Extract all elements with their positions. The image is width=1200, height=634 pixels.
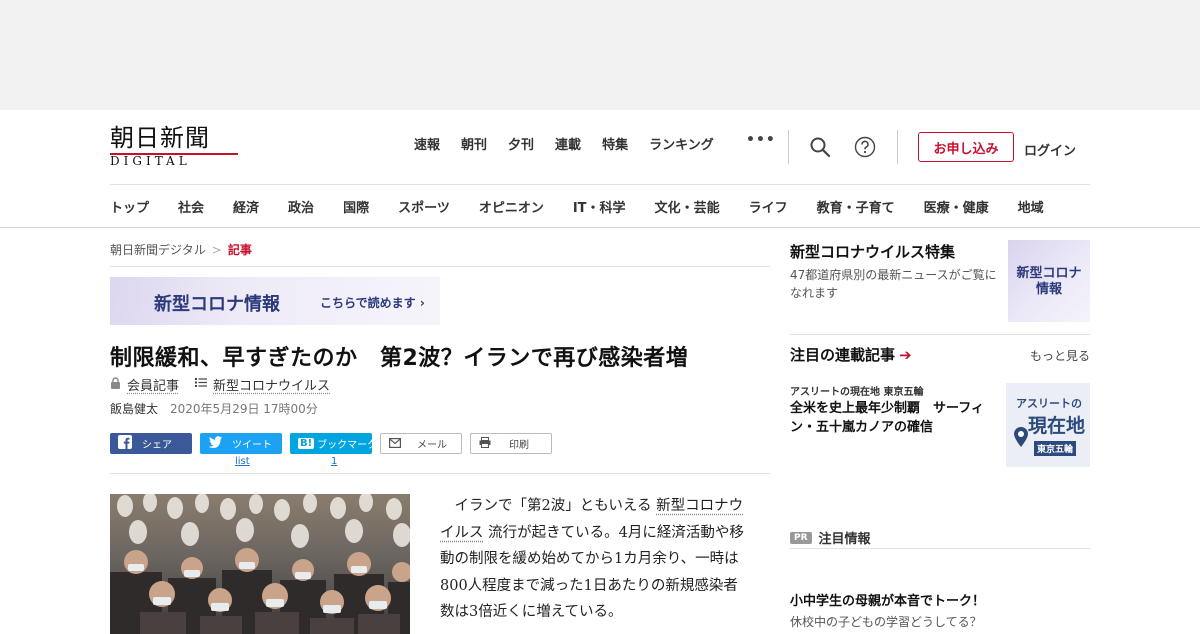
more-menu-icon[interactable]: ••• bbox=[746, 132, 776, 148]
series-thumbnail[interactable]: アスリートの 現在地 東京五輪 bbox=[1006, 383, 1090, 467]
pr-section-title: PR 注目情報 bbox=[790, 528, 871, 547]
body-text-1: イランで「第2波」ともいえる bbox=[454, 498, 652, 514]
breadcrumb-current: 記事 bbox=[227, 243, 252, 257]
covid-feature-title[interactable]: 新型コロナウイルス特集 bbox=[790, 241, 955, 262]
body-text-2: 流行が起きている。4月に経済活動や移動の制限を緩め始めてから1カ月余り、一時は8… bbox=[440, 524, 744, 621]
series-section-title[interactable]: 注目の連載記事 ➔ bbox=[790, 344, 912, 365]
covid-feature-thumbnail[interactable]: 新型コロナ 情報 bbox=[1008, 240, 1090, 322]
cat-item-culture[interactable]: 文化・芸能 bbox=[655, 197, 720, 216]
cat-item-economy[interactable]: 経済 bbox=[233, 197, 259, 216]
twitter-count[interactable]: list bbox=[235, 456, 250, 467]
pr-badge: PR bbox=[790, 531, 812, 544]
topnav-item-ranking[interactable]: ランキング bbox=[649, 134, 714, 153]
pr-title: 注目情報 bbox=[818, 532, 871, 547]
publish-date: 2020年5月29日 17時00分 bbox=[170, 402, 318, 416]
cat-item-top[interactable]: トップ bbox=[110, 197, 149, 216]
cat-item-politics[interactable]: 政治 bbox=[288, 197, 314, 216]
article-photo[interactable] bbox=[110, 494, 410, 634]
sidebar-divider bbox=[790, 334, 1090, 335]
member-article-label[interactable]: 会員記事 bbox=[127, 375, 179, 394]
cat-item-health[interactable]: 医療・健康 bbox=[924, 197, 989, 216]
topnav-item-tokushu[interactable]: 特集 bbox=[602, 134, 628, 153]
covid-thumb-text: 新型コロナ 情報 bbox=[1016, 266, 1082, 297]
map-pin-icon bbox=[1014, 427, 1028, 451]
mail-icon bbox=[389, 437, 402, 451]
hatena-icon: B! bbox=[298, 438, 315, 449]
hatena-share-label: ブックマーク bbox=[317, 440, 378, 451]
logo-main-text: 朝日新聞 bbox=[110, 124, 210, 152]
site-header: 朝日新聞 DIGITAL 速報 朝刊 夕刊 連載 特集 ランキング ••• お申… bbox=[0, 110, 1200, 228]
cat-item-it-science[interactable]: IT・科学 bbox=[573, 197, 626, 216]
topnav-item-yuukan[interactable]: 夕刊 bbox=[508, 134, 534, 153]
cat-item-education[interactable]: 教育・子育て bbox=[817, 197, 895, 216]
chevron-right-icon: › bbox=[419, 296, 425, 310]
lock-icon bbox=[110, 376, 121, 393]
breadcrumb-home[interactable]: 朝日新聞デジタル bbox=[110, 243, 206, 257]
arrow-right-icon: ➔ bbox=[899, 346, 912, 364]
twitter-share-label: ツイート bbox=[232, 440, 272, 451]
cat-item-sports[interactable]: スポーツ bbox=[398, 197, 450, 216]
hatena-bookmark-button[interactable]: B! ブックマーク bbox=[290, 433, 377, 454]
sidebar-divider bbox=[790, 548, 1090, 549]
series-thumb-text-a: アスリートの bbox=[1016, 397, 1082, 410]
cat-item-international[interactable]: 国際 bbox=[343, 197, 369, 216]
breadcrumb-divider bbox=[110, 266, 770, 267]
facebook-share-button[interactable]: シェア bbox=[110, 433, 192, 454]
search-icon[interactable] bbox=[809, 136, 831, 158]
print-label: 印刷 bbox=[509, 440, 529, 451]
twitter-icon bbox=[208, 436, 222, 451]
help-icon[interactable] bbox=[854, 136, 876, 158]
cat-item-society[interactable]: 社会 bbox=[178, 197, 204, 216]
facebook-icon bbox=[118, 435, 132, 452]
twitter-share-button[interactable]: ツイート bbox=[200, 433, 282, 454]
covid-info-banner[interactable]: 新型コロナ情報 こちらで読めます › bbox=[110, 277, 440, 325]
hatena-count[interactable]: 1 bbox=[331, 456, 337, 467]
facebook-share-label: シェア bbox=[142, 440, 172, 451]
header-separator bbox=[897, 130, 898, 164]
series-thumb-text-c: 東京五輪 bbox=[1034, 441, 1077, 456]
series-thumb-text-b: 現在地 bbox=[1028, 415, 1086, 437]
cat-item-region[interactable]: 地域 bbox=[1018, 197, 1044, 216]
series-headline[interactable]: 全米を史上最年少制覇 サーフィン・五十嵐カノアの確信 bbox=[790, 399, 1002, 437]
mail-share-button[interactable]: メール bbox=[380, 433, 462, 454]
cat-item-opinion[interactable]: オピニオン bbox=[479, 197, 544, 216]
topic-link[interactable]: 新型コロナウイルス bbox=[213, 375, 330, 394]
header-divider bbox=[110, 184, 1090, 185]
breadcrumb: 朝日新聞デジタル > 記事 bbox=[110, 241, 252, 258]
share-buttons: シェア ツイート B! ブックマーク メール 印刷 bbox=[110, 433, 560, 454]
topnav-item-sokuho[interactable]: 速報 bbox=[414, 134, 440, 153]
site-logo[interactable]: 朝日新聞 DIGITAL bbox=[110, 124, 240, 172]
topnav-item-choukan[interactable]: 朝刊 bbox=[461, 134, 487, 153]
article-headline: 制限緩和、早すぎたのか 第2波？イランで再び感染者増 bbox=[110, 346, 689, 371]
pr-headline[interactable]: 小中学生の母親が本音でトーク！ bbox=[790, 590, 985, 609]
author-name: 飯島健太 bbox=[110, 402, 159, 416]
print-button[interactable]: 印刷 bbox=[470, 433, 552, 454]
logo-red-line bbox=[110, 153, 238, 155]
series-label: アスリートの現在地 東京五輪 bbox=[790, 387, 924, 398]
breadcrumb-separator: > bbox=[211, 243, 222, 257]
cat-item-life[interactable]: ライフ bbox=[749, 197, 788, 216]
pr-subtext[interactable]: 休校中の子どもの学習どうしてる？ bbox=[790, 613, 982, 630]
article-body: イランで「第2波」ともいえる 新型コロナウイルス 流行が起きている。4月に経済活… bbox=[440, 493, 750, 626]
top-nav: 速報 朝刊 夕刊 連載 特集 ランキング bbox=[414, 134, 735, 153]
logo-sub-text: DIGITAL bbox=[110, 154, 191, 168]
subscribe-button[interactable]: お申し込み bbox=[918, 132, 1014, 162]
series-more-link[interactable]: もっと見る bbox=[1030, 347, 1090, 364]
covid-feature-desc: 47都道府県別の最新ニュースがご覧になれます bbox=[790, 268, 997, 300]
ad-banner-area bbox=[0, 0, 1200, 110]
article-tags: 会員記事 新型コロナウイルス bbox=[110, 375, 330, 394]
topnav-item-rensai[interactable]: 連載 bbox=[555, 134, 581, 153]
article-byline: 飯島健太 2020年5月29日 17時00分 bbox=[110, 400, 318, 417]
mail-share-label: メール bbox=[417, 440, 447, 451]
header-separator bbox=[788, 130, 789, 164]
covid-banner-link: こちらで読めます › bbox=[320, 296, 425, 310]
series-title-text: 注目の連載記事 bbox=[790, 346, 896, 364]
covid-banner-title: 新型コロナ情報 bbox=[154, 294, 280, 315]
list-icon bbox=[195, 377, 208, 392]
printer-icon bbox=[479, 436, 491, 451]
share-divider bbox=[110, 473, 770, 474]
category-nav: トップ 社会 経済 政治 国際 スポーツ オピニオン IT・科学 文化・芸能 ラ… bbox=[110, 197, 1044, 216]
login-link[interactable]: ログイン bbox=[1024, 140, 1076, 159]
